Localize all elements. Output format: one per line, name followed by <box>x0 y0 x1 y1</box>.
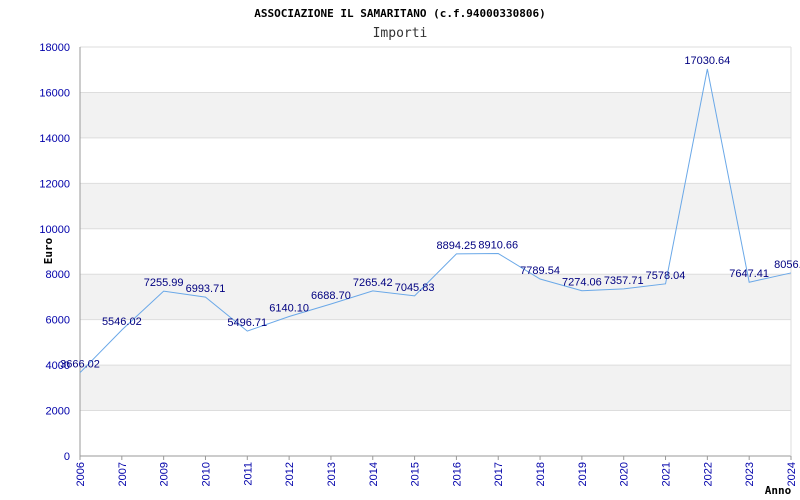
x-tick-label: 2022 <box>702 462 714 486</box>
x-tick-label: 2019 <box>577 462 589 486</box>
x-axis-label: Anno <box>765 484 792 497</box>
x-tick-label: 2006 <box>75 462 87 486</box>
data-label: 8894.25 <box>437 240 477 252</box>
y-tick-label: 12000 <box>39 178 70 190</box>
x-tick-label: 2009 <box>159 462 171 486</box>
data-label: 7045.83 <box>395 282 435 294</box>
x-tick-label: 2024 <box>786 462 798 486</box>
data-label: 7255.99 <box>144 277 184 289</box>
line-chart: ASSOCIAZIONE IL SAMARITANO (c.f.94000330… <box>39 7 800 497</box>
x-tick-label: 2007 <box>117 462 129 486</box>
y-tick-label: 10000 <box>39 224 70 236</box>
x-tick-label: 2021 <box>661 462 673 486</box>
y-tick-label: 16000 <box>39 87 70 99</box>
x-tick-label: 2011 <box>242 462 254 486</box>
grid-band <box>80 92 791 138</box>
data-label: 8056.8 <box>774 259 800 271</box>
y-tick-label: 18000 <box>39 42 70 54</box>
x-tick-label: 2015 <box>410 462 422 486</box>
grid-band <box>80 365 791 411</box>
data-label: 7789.54 <box>520 265 560 277</box>
x-tick-label: 2014 <box>368 462 380 486</box>
x-tick-label: 2020 <box>619 462 631 486</box>
x-tick-label: 2016 <box>451 462 463 486</box>
chart-subtitle: Importi <box>373 26 428 41</box>
chart-title: ASSOCIAZIONE IL SAMARITANO (c.f.94000330… <box>254 7 545 20</box>
x-tick-label: 2018 <box>535 462 547 486</box>
data-label: 6140.10 <box>269 302 309 314</box>
x-tick-label: 2012 <box>284 462 296 486</box>
x-tick-label: 2013 <box>326 462 338 486</box>
data-label: 5546.02 <box>102 316 142 328</box>
data-label: 6993.71 <box>186 283 226 295</box>
y-tick-label: 6000 <box>46 315 70 327</box>
data-label: 7265.42 <box>353 277 393 289</box>
grid-bands <box>80 92 791 411</box>
x-axis-ticks: 2006 2007 2009 2010 2011 2012 2013 2014 2015 2016… <box>75 456 798 486</box>
x-tick-label: 2010 <box>200 462 212 486</box>
y-axis-label: Euro <box>42 237 55 264</box>
data-label: 8910.66 <box>478 240 518 252</box>
data-label: 7647.41 <box>729 268 769 280</box>
data-label: 7274.06 <box>562 277 602 289</box>
data-label: 6688.70 <box>311 290 351 302</box>
y-tick-label: 14000 <box>39 133 70 145</box>
data-label: 5496.71 <box>227 317 267 329</box>
grid-band <box>80 183 791 229</box>
data-label: 3666.02 <box>60 359 100 371</box>
x-tick-label: 2023 <box>744 462 756 486</box>
x-tick-label: 2017 <box>493 462 505 486</box>
y-tick-label: 8000 <box>46 269 70 281</box>
data-label: 17030.64 <box>684 55 730 67</box>
y-tick-label: 2000 <box>46 406 70 418</box>
data-label: 7578.04 <box>646 270 686 282</box>
y-tick-label: 0 <box>64 451 70 463</box>
data-label: 7357.71 <box>604 275 644 287</box>
